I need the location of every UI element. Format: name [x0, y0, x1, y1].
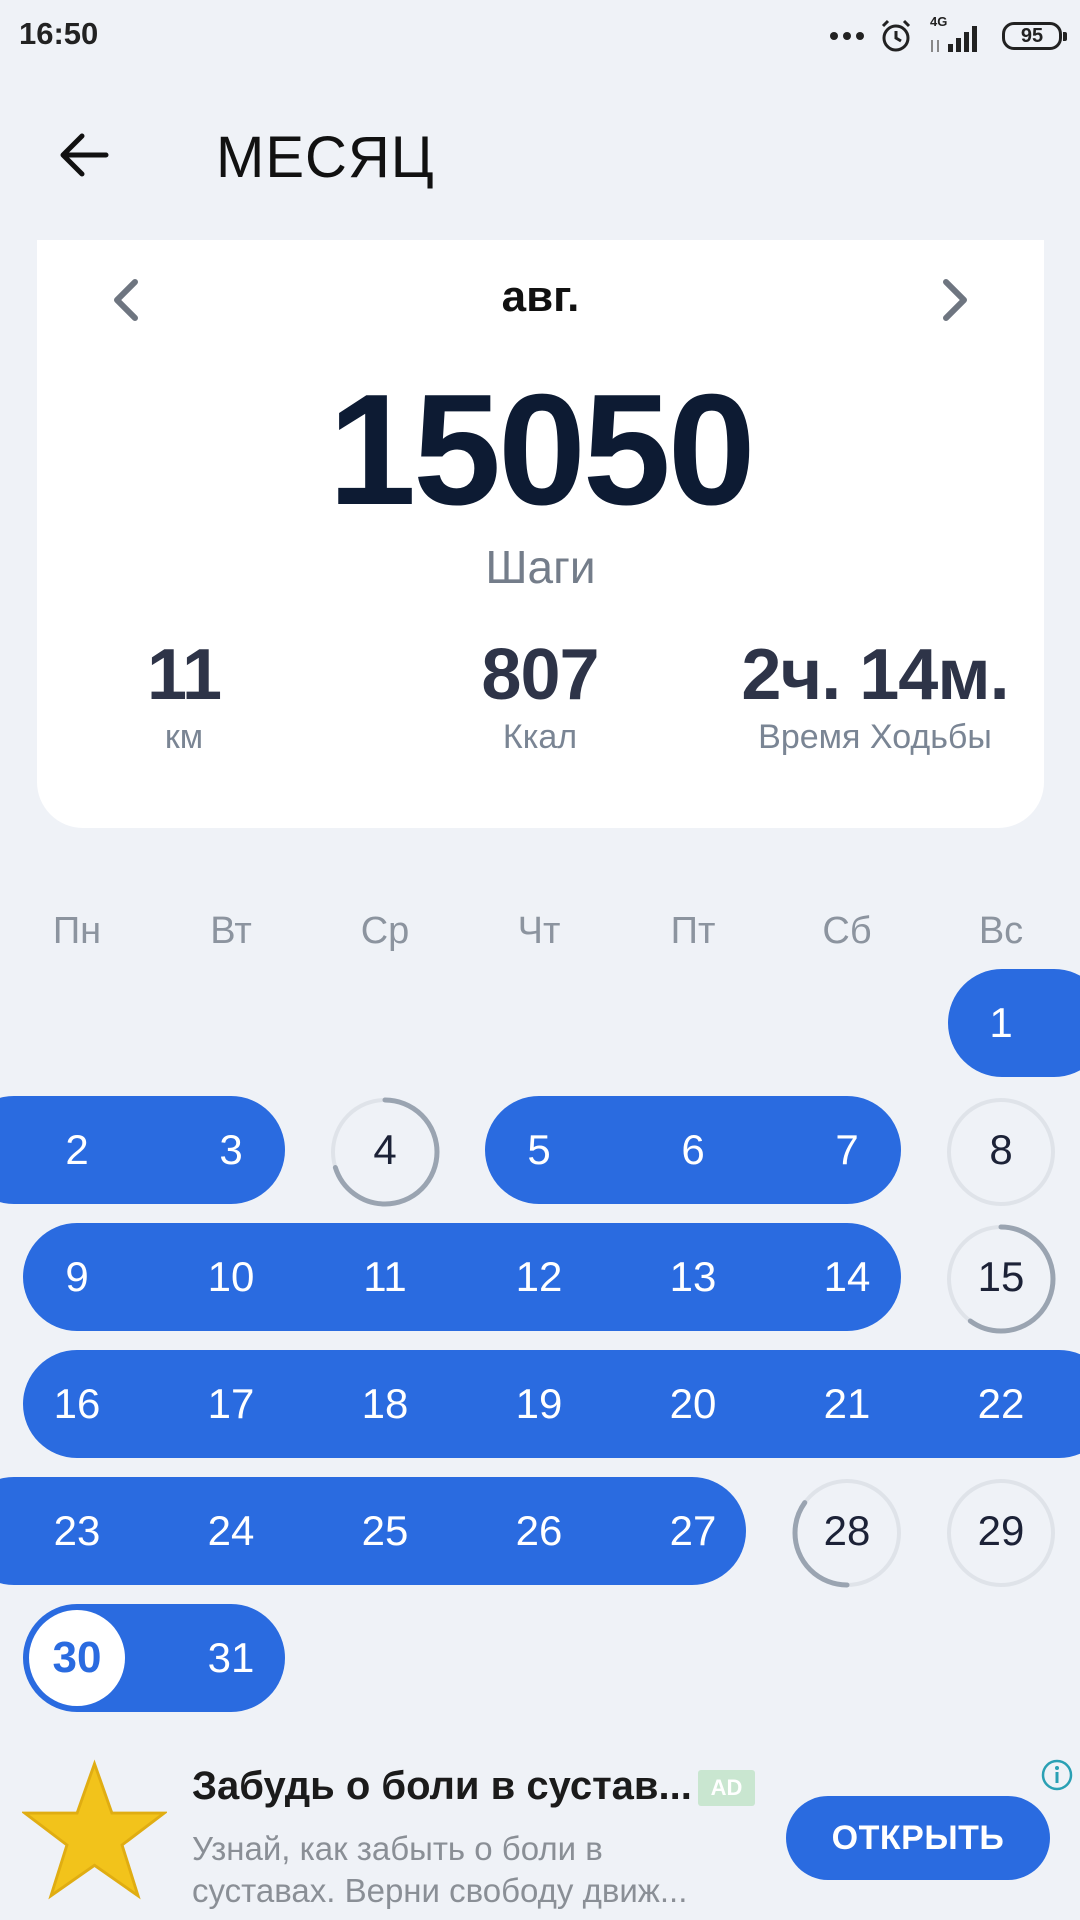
more-notifications-icon [830, 32, 864, 40]
day-29[interactable]: 29 [946, 1477, 1056, 1585]
day-28[interactable]: 28 [792, 1477, 902, 1585]
streak-bar [23, 1223, 901, 1331]
weekday-sat: Сб [822, 910, 872, 952]
calories-label: Ккал [502, 718, 578, 756]
day-4[interactable]: 4 [330, 1096, 440, 1204]
day-23[interactable]: 23 [22, 1477, 132, 1585]
day-14[interactable]: 14 [792, 1223, 902, 1331]
alarm-icon [881, 19, 911, 52]
weekday-mon: Пн [52, 910, 102, 952]
walk-time-stat: 2ч. 14м. Время Ходьбы [710, 630, 1040, 757]
walk-time-label: Время Ходьбы [758, 718, 992, 756]
ad-badge: AD [698, 1770, 755, 1806]
day-30: 30 [52, 1633, 102, 1682]
day-27[interactable]: 27 [638, 1477, 748, 1585]
chevron-right-icon [943, 279, 967, 321]
day-3[interactable]: 3 [176, 1096, 286, 1204]
day-10[interactable]: 10 [176, 1223, 286, 1331]
network-type: 4G [930, 14, 948, 29]
arrow-left-icon [60, 133, 109, 177]
distance-value: 11 [146, 635, 222, 715]
day-18[interactable]: 18 [330, 1350, 440, 1458]
day-7[interactable]: 7 [792, 1096, 902, 1204]
distance-label: км [164, 718, 204, 756]
back-button[interactable] [52, 122, 118, 188]
walk-time-value: 2ч. 14м. [741, 635, 1009, 715]
page-title: МЕСЯЦ [216, 125, 435, 190]
status-time: 16:50 [19, 16, 99, 51]
today-marker[interactable]: 30 [29, 1610, 125, 1706]
day-13[interactable]: 13 [638, 1223, 748, 1331]
info-icon[interactable] [1040, 1758, 1074, 1792]
day-5[interactable]: 5 [484, 1096, 594, 1204]
steps-label: Шаги [485, 541, 596, 593]
distance-stat: 11 км [34, 630, 334, 757]
month-label: авг. [501, 272, 580, 321]
ad-title: Забудь о боли в сустав... [192, 1764, 692, 1808]
weekday-wed: Ср [360, 910, 410, 952]
signal-icon: 4G [928, 14, 988, 56]
day-17[interactable]: 17 [176, 1350, 286, 1458]
day-21[interactable]: 21 [792, 1350, 902, 1458]
day-15[interactable]: 15 [946, 1223, 1056, 1331]
day-6[interactable]: 6 [638, 1096, 748, 1204]
weekday-fri: Пт [670, 910, 716, 952]
weekday-tue: Вт [210, 910, 252, 952]
star-icon [22, 1759, 167, 1900]
ad-description: Узнай, как забыть о боли в суставах. Вер… [192, 1830, 688, 1909]
day-1[interactable]: 1 [946, 969, 1056, 1077]
day-25[interactable]: 25 [330, 1477, 440, 1585]
day-26[interactable]: 26 [484, 1477, 594, 1585]
ad-banner[interactable]: Забудь о боли в сустав... AD Узнай, как … [0, 1740, 1080, 1920]
calories-stat: 807 Ккал [390, 630, 690, 757]
day-9[interactable]: 9 [22, 1223, 132, 1331]
day-20[interactable]: 20 [638, 1350, 748, 1458]
battery-level: 95 [1020, 25, 1044, 47]
weekday-thu: Чт [517, 910, 561, 952]
day-22[interactable]: 22 [946, 1350, 1056, 1458]
day-24[interactable]: 24 [176, 1477, 286, 1585]
next-month-button[interactable] [924, 270, 984, 330]
summary-card: авг. 15050 Шаги 11 км 807 Ккал 2ч. 14м. … [37, 240, 1044, 828]
weekday-header: Пн Вт Ср Чт Пт Сб Вс [0, 910, 1080, 960]
day-31[interactable]: 31 [176, 1604, 286, 1712]
steps-total: 15050 [328, 362, 755, 538]
weekday-sun: Вс [978, 910, 1024, 952]
battery-icon: 95 [1002, 22, 1067, 50]
day-11[interactable]: 11 [330, 1223, 440, 1331]
calories-value: 807 [481, 635, 599, 715]
day-16[interactable]: 16 [22, 1350, 132, 1458]
status-bar: 16:50 4G 95 [0, 0, 1080, 72]
status-icons: 4G 95 [830, 14, 1067, 58]
day-19[interactable]: 19 [484, 1350, 594, 1458]
day-12[interactable]: 12 [484, 1223, 594, 1331]
day-8[interactable]: 8 [946, 1096, 1056, 1204]
open-ad-button[interactable]: ОТКРЫТЬ [786, 1796, 1050, 1880]
day-2[interactable]: 2 [22, 1096, 132, 1204]
